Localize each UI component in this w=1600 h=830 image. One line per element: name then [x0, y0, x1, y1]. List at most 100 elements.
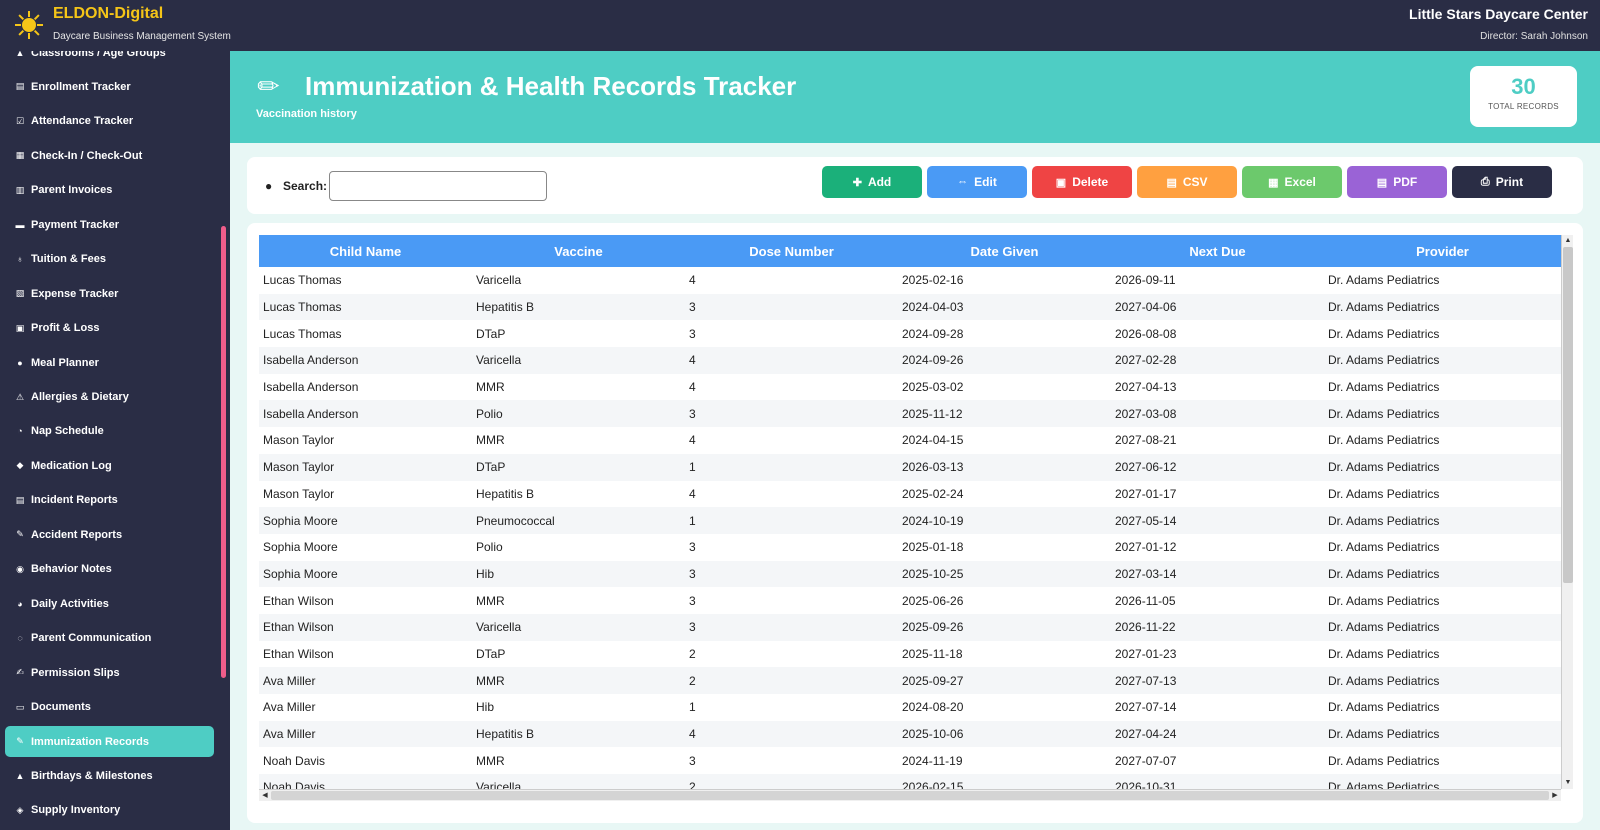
- scroll-left-icon[interactable]: ◀: [260, 791, 270, 801]
- table-cell: Dr. Adams Pediatrics: [1328, 593, 1440, 608]
- scroll-down-icon[interactable]: ▼: [1563, 778, 1573, 788]
- table-row[interactable]: Ethan Wilson MMR 3 2025-06-26 2026-11-05 Dr. …: [259, 587, 1561, 614]
- sidebar-item-profit-loss[interactable]: ▣ Profit & Loss: [5, 313, 214, 344]
- table-cell: 2024-11-19: [902, 753, 963, 768]
- print-button[interactable]: ⎙ Print: [1452, 166, 1552, 198]
- sidebar-item-documents[interactable]: ▭ Documents: [5, 692, 214, 723]
- sidebar-item-meal-planner[interactable]: ● Meal Planner: [5, 347, 214, 378]
- sidebar: ▲ Classrooms / Age Groups ▤ Enrollment Trac…: [0, 51, 230, 830]
- sidebar-item-check-in-check-out[interactable]: ▦ Check-In / Check-Out: [5, 140, 214, 171]
- csv-button[interactable]: ▤ CSV: [1137, 166, 1237, 198]
- table-row[interactable]: Lucas Thomas DTaP 3 2024-09-28 2026-08-08 Dr.…: [259, 320, 1561, 348]
- sidebar-item-expense-tracker[interactable]: ▧ Expense Tracker: [5, 278, 214, 309]
- search-label: Search:: [283, 179, 328, 193]
- sidebar-item-accident-reports[interactable]: ✎ Accident Reports: [5, 519, 214, 550]
- search-input[interactable]: [329, 171, 547, 201]
- table-cell: Hib: [476, 700, 495, 715]
- table-cell: 3: [689, 753, 696, 768]
- table-row[interactable]: Sophia Moore Hib 3 2025-10-25 2027-03-14 Dr. …: [259, 560, 1561, 588]
- sidebar-item-allergies-dietary[interactable]: ⚠ Allergies & Dietary: [5, 382, 214, 413]
- page-title: Immunization & Health Records Tracker: [305, 71, 797, 101]
- horizontal-scrollbar[interactable]: ◀ ▶: [259, 789, 1561, 801]
- table-row[interactable]: Noah Davis Varicella 2 2026-02-15 2026-10-31…: [259, 774, 1561, 789]
- birthday-icon: ▲: [15, 770, 25, 781]
- sidebar-item-attendance-tracker[interactable]: ☑ Attendance Tracker: [5, 106, 214, 137]
- payment-icon: ▬: [15, 219, 25, 230]
- table-row[interactable]: Sophia Moore Pneumococcal 1 2024-10-19 2027-…: [259, 507, 1561, 534]
- column-header[interactable]: Date Given: [898, 235, 1111, 267]
- pdf-button[interactable]: ▤ PDF: [1347, 166, 1447, 198]
- sidebar-item-permission-slips[interactable]: ✍ Permission Slips: [5, 657, 214, 688]
- sidebar-item-parent-invoices[interactable]: ▥ Parent Invoices: [5, 175, 214, 206]
- table-row[interactable]: Lucas Thomas Varicella 4 2025-02-16 2026-09-…: [259, 267, 1561, 294]
- sidebar-item-label: Nap Schedule: [31, 425, 104, 438]
- sidebar-item-payment-tracker[interactable]: ▬ Payment Tracker: [5, 209, 214, 240]
- spreadsheet-icon: ▦: [1268, 176, 1279, 189]
- table-cell: 2027-04-24: [1115, 727, 1177, 742]
- vertical-scrollbar[interactable]: ▲ ▼: [1561, 235, 1573, 789]
- table-row[interactable]: Ava Miller Hib 1 2024-08-20 2027-07-14 Dr. Ad…: [259, 694, 1561, 721]
- excel-button[interactable]: ▦ Excel: [1242, 166, 1342, 198]
- sidebar-item-birthdays-milestones[interactable]: ▲ Birthdays & Milestones: [5, 760, 214, 791]
- medication-icon: ◆: [16, 460, 24, 471]
- print-button-label: Print: [1495, 175, 1524, 189]
- sidebar-item-medication-log[interactable]: ◆ Medication Log: [5, 450, 214, 481]
- supply-icon: ◈: [16, 804, 24, 815]
- table-cell: Dr. Adams Pediatrics: [1328, 460, 1440, 475]
- sidebar-item-tuition-fees[interactable]: ♁ Tuition & Fees: [5, 244, 214, 275]
- table-row[interactable]: Noah Davis MMR 3 2024-11-19 2027-07-07 Dr. Ad…: [259, 747, 1561, 775]
- tuition-icon: ♁: [16, 254, 24, 265]
- table-row[interactable]: Mason Taylor DTaP 1 2026-03-13 2027-06-12 Dr.…: [259, 453, 1561, 481]
- table-row[interactable]: Ethan Wilson DTaP 2 2025-11-18 2027-01-23 Dr.…: [259, 640, 1561, 668]
- table-cell: Dr. Adams Pediatrics: [1328, 566, 1440, 581]
- table-row[interactable]: Mason Taylor Hepatitis B 4 2025-02-24 2027-0…: [259, 480, 1561, 508]
- table-row[interactable]: Sophia Moore Polio 3 2025-01-18 2027-01-12 Dr…: [259, 533, 1561, 561]
- table-cell: MMR: [476, 593, 505, 608]
- scroll-right-icon[interactable]: ▶: [1550, 791, 1560, 801]
- column-header[interactable]: Provider: [1324, 235, 1561, 267]
- sidebar-item-incident-reports[interactable]: ▤ Incident Reports: [5, 485, 214, 516]
- table-row[interactable]: Mason Taylor MMR 4 2024-04-15 2027-08-21 Dr. …: [259, 427, 1561, 454]
- sidebar-item-supply-inventory[interactable]: ◈ Supply Inventory: [5, 795, 214, 826]
- accident-icon: ✎: [16, 529, 24, 540]
- table-cell: 2027-01-23: [1115, 646, 1177, 661]
- sidebar-item-enrollment-tracker[interactable]: ▤ Enrollment Tracker: [5, 71, 214, 102]
- table-row[interactable]: Lucas Thomas Hepatitis B 3 2024-04-03 2027-0…: [259, 293, 1561, 321]
- table-row[interactable]: Isabella Anderson Varicella 4 2024-09-26 202…: [259, 347, 1561, 374]
- table-row[interactable]: Ethan Wilson Varicella 3 2025-09-26 2026-11-…: [259, 613, 1561, 641]
- table-cell: Isabella Anderson: [263, 406, 359, 421]
- horizontal-scroll-thumb[interactable]: [271, 791, 1549, 800]
- table-cell: Dr. Adams Pediatrics: [1328, 727, 1440, 742]
- sidebar-item-classrooms-age-groups[interactable]: ▲ Classrooms / Age Groups: [5, 51, 214, 68]
- table-cell: 2026-10-31: [1115, 780, 1177, 789]
- table-row[interactable]: Isabella Anderson Polio 3 2025-11-12 2027-03…: [259, 400, 1561, 428]
- column-header[interactable]: Vaccine: [472, 235, 685, 267]
- table-cell: 4: [689, 727, 696, 742]
- delete-button[interactable]: ▣ Delete: [1032, 166, 1132, 198]
- vertical-scroll-thumb[interactable]: [1563, 247, 1573, 583]
- table-row[interactable]: Ava Miller MMR 2 2025-09-27 2027-07-13 Dr. Ad…: [259, 667, 1561, 694]
- sun-logo-icon: [15, 11, 43, 39]
- table-cell: Ethan Wilson: [263, 620, 334, 635]
- edit-button[interactable]: ⇔ Edit: [927, 166, 1027, 198]
- scroll-up-icon[interactable]: ▲: [1563, 236, 1573, 246]
- table-cell: Sophia Moore: [263, 566, 338, 581]
- sidebar-item-label: Classrooms / Age Groups: [31, 51, 166, 59]
- sidebar-scrollbar[interactable]: [221, 226, 226, 678]
- column-header[interactable]: Child Name: [259, 235, 472, 267]
- sidebar-item-nap-schedule[interactable]: ◔ Nap Schedule: [5, 416, 214, 447]
- add-button[interactable]: ✚ Add: [822, 166, 922, 198]
- sidebar-item-parent-communication[interactable]: ◌ Parent Communication: [5, 623, 214, 654]
- table-cell: Varicella: [476, 353, 522, 368]
- column-header[interactable]: Dose Number: [685, 235, 898, 267]
- table-cell: Dr. Adams Pediatrics: [1328, 620, 1440, 635]
- sidebar-item-daily-activities[interactable]: ◕ Daily Activities: [5, 588, 214, 619]
- table-cell: 2027-04-13: [1115, 380, 1177, 395]
- sidebar-item-behavior-notes[interactable]: ◉ Behavior Notes: [5, 554, 214, 585]
- column-header[interactable]: Next Due: [1111, 235, 1324, 267]
- table-row[interactable]: Isabella Anderson MMR 4 2025-03-02 2027-04-1…: [259, 373, 1561, 401]
- table-row[interactable]: Ava Miller Hepatitis B 4 2025-10-06 2027-04-…: [259, 720, 1561, 748]
- table-cell: 2025-11-18: [902, 646, 963, 661]
- table-cell: 2026-08-08: [1115, 326, 1177, 341]
- sidebar-item-immunization-records[interactable]: ✎ Immunization Records: [5, 726, 214, 757]
